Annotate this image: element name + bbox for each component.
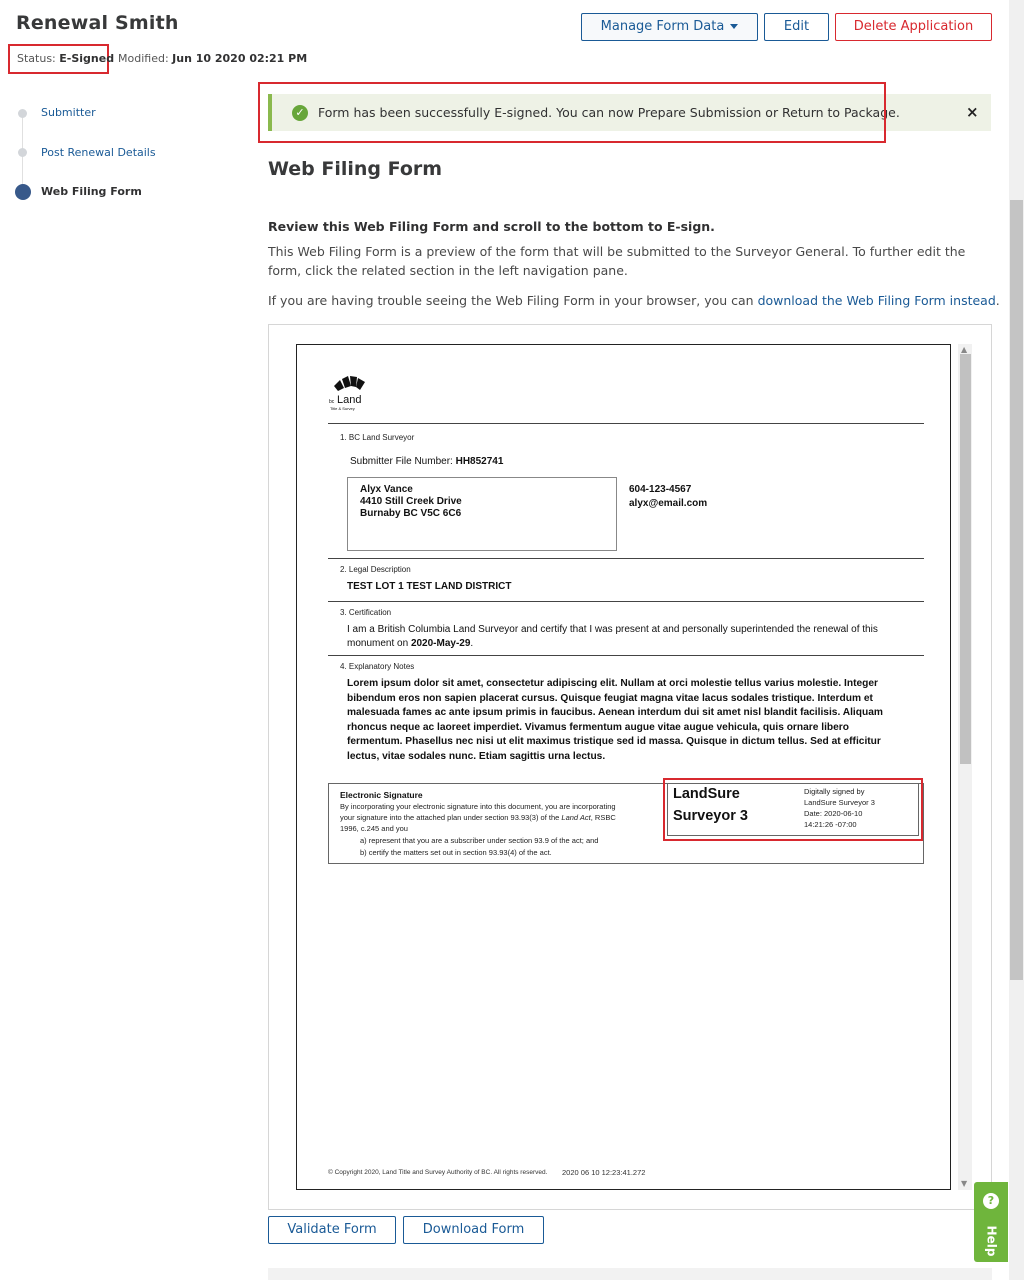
- modified-info: Modified: Jun 10 2020 02:21 PM: [118, 52, 307, 65]
- esig-item-a: a) represent that you are a subscriber u…: [360, 836, 599, 845]
- legal-description: TEST LOT 1 TEST LAND DISTRICT: [347, 581, 512, 592]
- esig-title: Electronic Signature: [340, 790, 423, 800]
- scroll-down-icon[interactable]: ▼: [961, 1179, 967, 1188]
- address-city: Burnaby BC V5C 6C6: [360, 508, 462, 519]
- section-title: Web Filing Form: [268, 158, 443, 180]
- page-scrollbar-thumb[interactable]: [1010, 200, 1023, 980]
- signature-highlight: [663, 778, 923, 841]
- cert-date: 2020-May-29: [410, 638, 471, 649]
- step-dot-icon: [18, 109, 27, 118]
- manage-form-data-label: Manage Form Data: [600, 19, 725, 34]
- bc-land-logo: bc Land Title & Survey: [329, 376, 365, 411]
- validate-form-button[interactable]: Validate Form: [268, 1216, 396, 1244]
- help-icon: ?: [983, 1193, 999, 1209]
- section-3-label: 3. Certification: [340, 608, 392, 617]
- submitter-file-value: HH852741: [455, 456, 504, 467]
- help-label: Help: [984, 1225, 999, 1257]
- copyright-footer: © Copyright 2020, Land Title and Survey …: [328, 1169, 548, 1176]
- cert-prefix: monument on: [347, 638, 411, 649]
- step-dot-active-icon: [15, 184, 31, 200]
- sidebar-item-submitter[interactable]: Submitter: [41, 106, 96, 119]
- section-1-label: 1. BC Land Surveyor: [340, 433, 415, 442]
- status-label: Status:: [17, 52, 56, 65]
- esig-line-2: your signature into the attached plan un…: [340, 813, 660, 822]
- close-icon[interactable]: ×: [966, 103, 979, 121]
- modified-value: Jun 10 2020 02:21 PM: [172, 52, 308, 65]
- sidebar-item-web-filing-form[interactable]: Web Filing Form: [41, 185, 142, 198]
- divider: [328, 558, 924, 559]
- form-page: bc Land Title & Survey 1. BC Land Survey…: [296, 344, 951, 1190]
- address-street: 4410 Still Creek Drive: [360, 496, 462, 507]
- trouble-prefix: If you are having trouble seeing the Web…: [268, 293, 758, 308]
- caret-down-icon: [730, 24, 739, 29]
- help-button[interactable]: ? Help: [974, 1182, 1008, 1262]
- status-indicator: Status: E-Signed: [8, 44, 114, 74]
- cert-suffix: .: [470, 638, 474, 649]
- esig-line-1: By incorporating your electronic signatu…: [340, 802, 616, 811]
- address-name: Alyx Vance: [360, 484, 413, 495]
- certification-line-1: I am a British Columbia Land Surveyor an…: [347, 624, 878, 635]
- delete-application-button[interactable]: Delete Application: [835, 13, 992, 41]
- address-box: Alyx Vance 4410 Still Creek Drive Burnab…: [347, 477, 617, 551]
- esig-line-2-suffix: , RSBC: [590, 813, 616, 822]
- timestamp-footer: 2020 06 10 12:23:41.272: [562, 1168, 646, 1177]
- divider: [328, 655, 924, 656]
- form-description: This Web Filing Form is a preview of the…: [268, 244, 966, 278]
- esig-line-3: 1996, c.245 and you: [340, 824, 408, 833]
- phone-number: 604-123-4567: [629, 484, 692, 495]
- step-dot-icon: [18, 148, 27, 157]
- manage-form-data-button[interactable]: Manage Form Data: [581, 13, 758, 41]
- trouble-text: If you are having trouble seeing the Web…: [268, 293, 1000, 308]
- section-2-label: 2. Legal Description: [340, 565, 411, 574]
- edit-button[interactable]: Edit: [764, 13, 829, 41]
- sidebar-item-post-renewal-details[interactable]: Post Renewal Details: [41, 146, 156, 159]
- esig-act-name: Land Act: [561, 813, 591, 822]
- bottom-bar: [268, 1268, 992, 1280]
- logo-text: Land: [337, 394, 361, 406]
- explanatory-notes: Lorem ipsum dolor sit amet, consectetur …: [347, 678, 883, 762]
- divider: [328, 601, 924, 602]
- review-heading: Review this Web Filing Form and scroll t…: [268, 219, 715, 234]
- status-value: E-Signed: [59, 52, 115, 65]
- divider: [328, 423, 924, 424]
- logo-sub: Title & Survey: [330, 406, 355, 411]
- download-form-link[interactable]: download the Web Filing Form instead: [758, 293, 996, 308]
- scroll-up-icon[interactable]: ▲: [961, 345, 967, 354]
- alert-highlight: [258, 82, 886, 143]
- viewer-scrollbar-thumb[interactable]: [960, 354, 971, 764]
- modified-label: Modified:: [118, 52, 169, 65]
- email-address: alyx@email.com: [629, 498, 708, 509]
- submitter-file-number: Submitter File Number: HH852741: [350, 456, 503, 467]
- page-title: Renewal Smith: [16, 12, 179, 34]
- trouble-suffix: .: [995, 293, 1000, 308]
- section-4-label: 4. Explanatory Notes: [340, 662, 415, 671]
- esig-line-2-prefix: your signature into the attached plan un…: [340, 813, 562, 822]
- download-form-button[interactable]: Download Form: [403, 1216, 544, 1244]
- submitter-file-label: Submitter File Number:: [350, 456, 453, 467]
- esig-item-b: b) certify the matters set out in sectio…: [360, 848, 552, 857]
- logo-prefix: bc: [329, 399, 335, 405]
- certification-line-2: monument on 2020-May-29.: [347, 638, 473, 649]
